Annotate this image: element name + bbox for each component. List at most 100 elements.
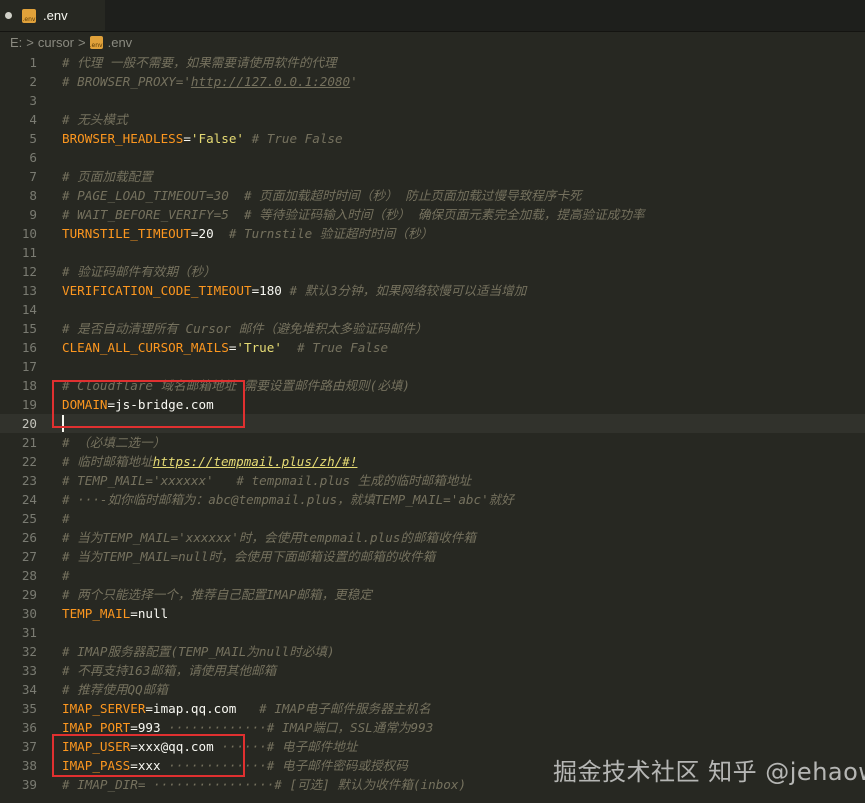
code-token: # True False — [244, 131, 343, 146]
tab-label: .env — [43, 8, 68, 23]
line-number: 23 — [21, 473, 37, 488]
line-code: BROWSER_HEADLESS='False' # True False — [62, 129, 343, 148]
breadcrumb-file[interactable]: .env — [108, 35, 133, 50]
line-number: 10 — [21, 226, 37, 241]
breadcrumb-drive[interactable]: E: — [10, 35, 22, 50]
env-file-icon: .env — [22, 8, 36, 23]
line-code: # PAGE_LOAD_TIMEOUT=30 # 页面加载超时时间（秒） 防止页… — [62, 186, 582, 205]
code-line[interactable]: 2 # BROWSER_PROXY='http://127.0.0.1:2080' — [0, 72, 865, 91]
line-code: TEMP_MAIL=null — [62, 604, 168, 623]
code-token: # Turnstile 验证超时时间（秒） — [213, 226, 434, 241]
line-number: 20 — [21, 416, 37, 431]
code-line[interactable]: 7 # 页面加载配置 — [0, 167, 865, 186]
code-token: # WAIT_BEFORE_VERIFY=5 # 等待验证码输入时间（秒） 确保… — [62, 207, 645, 222]
line-number: 27 — [21, 549, 37, 564]
code-line[interactable]: 20 — [0, 414, 865, 433]
code-token: ·············# IMAP端口，SSL通常为993 — [160, 720, 434, 735]
code-token: ······# 电子邮件地址 — [213, 739, 358, 754]
code-token: # 不再支持163邮箱，请使用其他邮箱 — [62, 663, 277, 678]
unsaved-dot-icon — [5, 12, 12, 19]
line-code: # 推荐使用QQ邮箱 — [62, 680, 168, 699]
code-token: # 是否自动清理所有 Cursor 邮件（避免堆积太多验证码邮件） — [62, 321, 428, 336]
line-number: 11 — [21, 245, 37, 260]
line-code: IMAP_USER=xxx@qq.com ······# 电子邮件地址 — [62, 737, 357, 756]
code-line[interactable]: 26 # 当为TEMP_MAIL='xxxxxx'时，会使用tempmail.pl… — [0, 528, 865, 547]
code-line[interactable]: 17 — [0, 357, 865, 376]
code-line[interactable]: 24 # ···-如你临时邮箱为：abc@tempmail.plus，就填TEMP… — [0, 490, 865, 509]
line-number: 37 — [21, 739, 37, 754]
line-number: 26 — [21, 530, 37, 545]
code-token: # 当为TEMP_MAIL=null时，会使用下面邮箱设置的邮箱的收件箱 — [62, 549, 436, 564]
code-line[interactable]: 14 — [0, 300, 865, 319]
code-line[interactable]: 33 # 不再支持163邮箱，请使用其他邮箱 — [0, 661, 865, 680]
code-line[interactable]: 28 # — [0, 566, 865, 585]
code-line[interactable]: 16 CLEAN_ALL_CURSOR_MAILS='True' # True F… — [0, 338, 865, 357]
code-line[interactable]: 6 — [0, 148, 865, 167]
breadcrumb-folder[interactable]: cursor — [38, 35, 74, 50]
code-line[interactable]: 10 TURNSTILE_TIMEOUT=20 # Turnstile 验证超时时… — [0, 224, 865, 243]
code-line[interactable]: 32 # IMAP服务器配置(TEMP_MAIL为null时必填) — [0, 642, 865, 661]
tab-env-file[interactable]: .env .env — [0, 0, 105, 31]
code-token: # （必填二选一） — [62, 435, 166, 450]
line-number: 28 — [21, 568, 37, 583]
line-number: 21 — [21, 435, 37, 450]
line-number: 15 — [21, 321, 37, 336]
code-line[interactable]: 4 # 无头模式 — [0, 110, 865, 129]
line-number: 24 — [21, 492, 37, 507]
code-token: # 代理 一般不需要，如果需要请使用软件的代理 — [62, 55, 337, 70]
code-line[interactable]: 22 # 临时邮箱地址https://tempmail.plus/zh/#! — [0, 452, 865, 471]
code-line[interactable]: 35 IMAP_SERVER=imap.qq.com # IMAP电子邮件服务器主… — [0, 699, 865, 718]
line-code: # 无头模式 — [62, 110, 128, 129]
code-line[interactable]: 31 — [0, 623, 865, 642]
breadcrumb: E: > cursor > .env .env — [0, 31, 865, 53]
line-number: 12 — [21, 264, 37, 279]
line-code: IMAP_PASS=xxx ·············# 电子邮件密码或授权码 — [62, 756, 408, 775]
code-line[interactable]: 3 — [0, 91, 865, 110]
line-number: 25 — [21, 511, 37, 526]
code-line[interactable]: 30 TEMP_MAIL=null — [0, 604, 865, 623]
code-line[interactable]: 19 DOMAIN=js-bridge.com — [0, 395, 865, 414]
code-token: =xxx@qq.com — [130, 739, 214, 754]
line-number: 29 — [21, 587, 37, 602]
code-token: # 临时邮箱地址 — [62, 454, 153, 469]
code-line[interactable]: 15 # 是否自动清理所有 Cursor 邮件（避免堆积太多验证码邮件） — [0, 319, 865, 338]
line-number: 5 — [29, 131, 37, 146]
line-code: # BROWSER_PROXY='http://127.0.0.1:2080' — [62, 72, 358, 91]
code-token: IMAP_PORT — [62, 720, 131, 735]
code-line[interactable]: 18 # Cloudflare 域名邮箱地址 需要设置邮件路由规则(必填) — [0, 376, 865, 395]
code-line[interactable]: 23 # TEMP_MAIL='xxxxxx' # tempmail.plus 生… — [0, 471, 865, 490]
code-line[interactable]: 1 # 代理 一般不需要，如果需要请使用软件的代理 — [0, 53, 865, 72]
code-line[interactable]: 34 # 推荐使用QQ邮箱 — [0, 680, 865, 699]
line-code: IMAP_SERVER=imap.qq.com # IMAP电子邮件服务器主机名 — [62, 699, 431, 718]
code-token: TURNSTILE_TIMEOUT — [62, 226, 191, 241]
file-icon-label: .env — [89, 41, 103, 49]
line-number: 3 — [29, 93, 37, 108]
code-token: # 两个只能选择一个，推荐自己配置IMAP邮箱，更稳定 — [62, 587, 372, 602]
code-token: # 页面加载配置 — [62, 169, 153, 184]
code-line[interactable]: 12 # 验证码邮件有效期（秒） — [0, 262, 865, 281]
code-line[interactable]: 36 IMAP_PORT=993 ·············# IMAP端口，SS… — [0, 718, 865, 737]
code-line[interactable]: 25 # — [0, 509, 865, 528]
line-code: # 是否自动清理所有 Cursor 邮件（避免堆积太多验证码邮件） — [62, 319, 427, 338]
line-code: TURNSTILE_TIMEOUT=20 # Turnstile 验证超时时间（… — [62, 224, 433, 243]
code-line[interactable]: 13 VERIFICATION_CODE_TIMEOUT=180 # 默认3分钟，… — [0, 281, 865, 300]
code-token: 'True' — [236, 340, 282, 355]
code-token: # BROWSER_PROXY=' — [62, 74, 191, 89]
code-token: =imap.qq.com — [145, 701, 237, 716]
line-code: VERIFICATION_CODE_TIMEOUT=180 # 默认3分钟，如果… — [62, 281, 526, 300]
code-line[interactable]: 5 BROWSER_HEADLESS='False' # True False — [0, 129, 865, 148]
code-token: =js-bridge.com — [107, 397, 214, 412]
code-line[interactable]: 11 — [0, 243, 865, 262]
code-line[interactable]: 8 # PAGE_LOAD_TIMEOUT=30 # 页面加载超时时间（秒） 防止… — [0, 186, 865, 205]
line-number: 22 — [21, 454, 37, 469]
code-editor[interactable]: 1 # 代理 一般不需要，如果需要请使用软件的代理 2 # BROWSER_PROXY… — [0, 53, 865, 803]
code-line[interactable]: 29 # 两个只能选择一个，推荐自己配置IMAP邮箱，更稳定 — [0, 585, 865, 604]
code-line[interactable]: 9 # WAIT_BEFORE_VERIFY=5 # 等待验证码输入时间（秒） 确… — [0, 205, 865, 224]
code-token: # TEMP_MAIL='xxxxxx' # tempmail.plus 生成的… — [62, 473, 472, 488]
line-code: # （必填二选一） — [62, 433, 165, 452]
code-token: TEMP_MAIL — [62, 606, 131, 621]
line-number: 1 — [29, 55, 37, 70]
code-token: 'False' — [190, 131, 244, 146]
code-line[interactable]: 27 # 当为TEMP_MAIL=null时，会使用下面邮箱设置的邮箱的收件箱 — [0, 547, 865, 566]
code-line[interactable]: 21 # （必填二选一） — [0, 433, 865, 452]
